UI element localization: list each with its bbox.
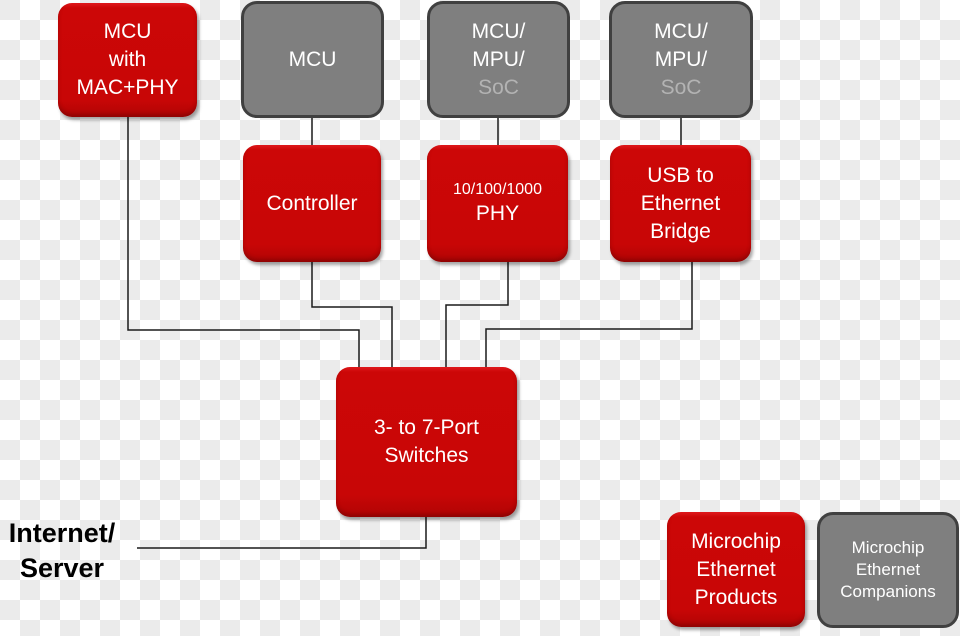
block-label-line: Ethernet: [640, 191, 721, 215]
phy-block: 10/100/1000 PHY: [427, 145, 568, 262]
legend-label-line: Products: [694, 585, 778, 609]
wire-switch-to-internet: [137, 517, 427, 549]
legend-label-line: Microchip: [851, 538, 925, 557]
block-label-line: with: [108, 48, 147, 71]
controller-block: Controller: [243, 145, 381, 262]
internet-label-line: Internet/: [8, 518, 116, 548]
block-label-line: MCU: [103, 20, 152, 43]
internet-label-line: Server: [19, 553, 105, 583]
block-label-line: MPU/: [654, 47, 708, 71]
legend-label-line: Microchip: [691, 529, 781, 553]
wire-bridge-to-switch: [485, 262, 693, 368]
block-label-line: MCU: [288, 47, 337, 71]
block-label-line: MAC+PHY: [76, 76, 179, 99]
legend-label-line: Ethernet: [855, 560, 921, 579]
block-label-line: MCU/: [471, 19, 526, 43]
legend-label-line: Companions: [840, 582, 936, 601]
mcu-mpu-soc-block-1: MCU/ MPU/ SoC: [427, 1, 570, 118]
block-label-line: Bridge: [650, 219, 711, 243]
block-label-line: 3- to 7-Port: [373, 416, 480, 439]
switch-block: 3- to 7-Port Switches: [336, 367, 517, 517]
block-label-line: 10/100/1000: [453, 180, 542, 198]
block-label-line: MCU/: [654, 19, 708, 43]
internet-server-label: Internet/ Server: [0, 516, 124, 586]
block-label-line: SoC: [660, 75, 702, 99]
wire-phy-to-switch: [445, 262, 509, 368]
mcu-block: MCU: [241, 1, 384, 118]
legend-label-line: Ethernet: [696, 557, 776, 581]
block-label-line: Switches: [384, 444, 469, 467]
legend-products: Microchip Ethernet Products: [667, 512, 805, 627]
block-label-line: PHY: [475, 201, 520, 225]
usb-ethernet-bridge-block: USB to Ethernet Bridge: [610, 145, 751, 262]
block-label-line: SoC: [478, 75, 519, 99]
mcu-mac-phy-block: MCU with MAC+PHY: [58, 3, 197, 117]
block-label-line: USB to: [647, 163, 714, 187]
wire-controller-to-switch: [311, 262, 393, 368]
legend-companions: Microchip Ethernet Companions: [817, 512, 959, 628]
mcu-mpu-soc-block-2: MCU/ MPU/ SoC: [609, 1, 753, 118]
block-label-line: MPU/: [472, 47, 525, 71]
block-label-line: Controller: [266, 191, 358, 215]
